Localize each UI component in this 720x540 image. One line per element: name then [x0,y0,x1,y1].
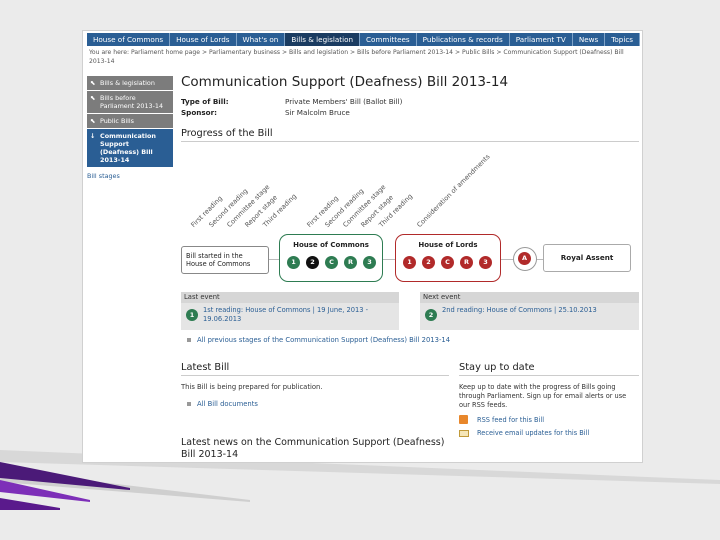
house-name: House of Commons [293,241,369,249]
commons-stage-2-current[interactable]: 2 [306,256,319,269]
nav-topics[interactable]: Topics [605,33,641,46]
nav-house-of-lords[interactable]: House of Lords [170,33,237,46]
lords-stage-2[interactable]: 2 [422,256,435,269]
stay-heading: Stay up to date [459,362,639,376]
lords-stage-committee[interactable]: C [441,256,454,269]
sidebar-item-bills-before-parliament[interactable]: ⬉ Bills before Parliament 2013-14 [87,91,173,114]
latest-bill-text: This Bill is being prepared for publicat… [181,383,323,391]
email-icon [459,429,469,437]
amendments-stage-label: A [518,252,531,265]
bullet-icon [187,402,191,406]
commons-stage-3[interactable]: 3 [363,256,376,269]
royal-assent-box: Royal Assent [543,244,631,272]
last-event: Last event 1 1st reading: House of Commo… [181,292,399,330]
sidebar-item-label: Public Bills [100,117,134,125]
all-bill-documents-label: All Bill documents [197,400,258,408]
stage-label-amendments: Consideration of amendments [415,152,492,229]
nav-news[interactable]: News [573,33,606,46]
latest-bill-heading: Latest Bill [181,362,449,376]
bill-started-box: Bill started in the House of Commons [181,246,269,274]
rss-feed-link[interactable]: RSS feed for this Bill [459,415,639,424]
sidebar-item-current-bill[interactable]: ↓ Communication Support (Deafness) Bill … [87,129,173,168]
previous-stages-label: All previous stages of the Communication… [197,336,451,344]
commons-stage-committee[interactable]: C [325,256,338,269]
stay-up-to-date-section: Stay up to date Keep up to date with the… [459,362,639,437]
nav-bills-legislation[interactable]: Bills & legislation [285,33,361,46]
sidebar-item-bills-legislation[interactable]: ⬉ Bills & legislation [87,76,173,91]
next-event: Next event 2 2nd reading: House of Commo… [420,292,639,330]
last-event-label: Last event [181,292,399,303]
last-event-stage-number: 1 [186,309,198,321]
top-navigation: House of Commons House of Lords What's o… [87,33,641,46]
next-event-stage-number: 2 [425,309,437,321]
type-label: Type of Bill: [181,97,229,106]
collapse-icon: ⬉ [90,94,96,102]
previous-stages-link[interactable]: All previous stages of the Communication… [187,336,450,344]
nav-whats-on[interactable]: What's on [237,33,286,46]
nav-publications-records[interactable]: Publications & records [417,33,510,46]
email-updates-link[interactable]: Receive email updates for this Bill [459,429,639,437]
last-event-link[interactable]: 1st reading: House of Commons | 19 June,… [203,306,393,324]
sidebar-item-public-bills[interactable]: ⬉ Public Bills [87,114,173,129]
nav-parliament-tv[interactable]: Parliament TV [510,33,573,46]
house-of-commons-stages: House of Commons 1 2 C R 3 [279,234,383,282]
nav-house-of-commons[interactable]: House of Commons [87,33,171,46]
lords-stage-report[interactable]: R [460,256,473,269]
bill-stages-link[interactable]: Bill stages [87,172,173,180]
breadcrumb[interactable]: You are here: Parliament home page > Par… [89,48,637,66]
nav-committees[interactable]: Committees [360,33,417,46]
stage-labels: First reading Second reading Committee s… [179,153,579,237]
sidebar-item-label: Bills before Parliament 2013-14 [100,94,164,110]
sidebar: ⬉ Bills & legislation ⬉ Bills before Par… [87,76,173,180]
next-event-label: Next event [420,292,639,303]
progress-heading: Progress of the Bill [181,128,639,142]
type-value: Private Members' Bill (Ballot Bill) [285,97,403,106]
lords-stage-1[interactable]: 1 [403,256,416,269]
email-updates-label: Receive email updates for this Bill [477,429,590,437]
all-bill-documents-link[interactable]: All Bill documents [187,400,449,408]
next-event-link[interactable]: 2nd reading: House of Commons | 25.10.20… [442,306,632,315]
collapse-icon: ⬉ [90,117,96,125]
sidebar-item-label: Communication Support (Deafness) Bill 20… [100,132,156,164]
arrow-icon: ↓ [90,132,96,140]
sidebar-item-label: Bills & legislation [100,79,155,87]
page-title: Communication Support (Deafness) Bill 20… [181,74,509,90]
progress-tracker: Bill started in the House of Commons Hou… [181,234,639,282]
rss-feed-label: RSS feed for this Bill [477,415,545,424]
bill-meta: Type of Bill: Private Members' Bill (Ball… [181,96,639,118]
sponsor-label: Sponsor: [181,108,218,117]
rss-icon [459,415,468,424]
latest-bill-section: Latest Bill This Bill is being prepared … [181,362,449,408]
commons-stage-1[interactable]: 1 [287,256,300,269]
latest-news-heading: Latest news on the Communication Support… [181,437,445,460]
bullet-icon [187,338,191,342]
house-name: House of Lords [418,241,478,249]
amendments-stage[interactable]: A [513,247,537,271]
browser-screenshot: House of Commons House of Lords What's o… [82,30,643,463]
events-panel: Last event 1 1st reading: House of Commo… [181,292,639,330]
lords-stage-3[interactable]: 3 [479,256,492,269]
stay-text: Keep up to date with the progress of Bil… [459,383,627,409]
house-of-lords-stages: House of Lords 1 2 C R 3 [395,234,501,282]
commons-stage-report[interactable]: R [344,256,357,269]
main-content: Communication Support (Deafness) Bill 20… [181,73,639,142]
sponsor-value: Sir Malcolm Bruce [285,108,350,117]
collapse-icon: ⬉ [90,79,96,87]
